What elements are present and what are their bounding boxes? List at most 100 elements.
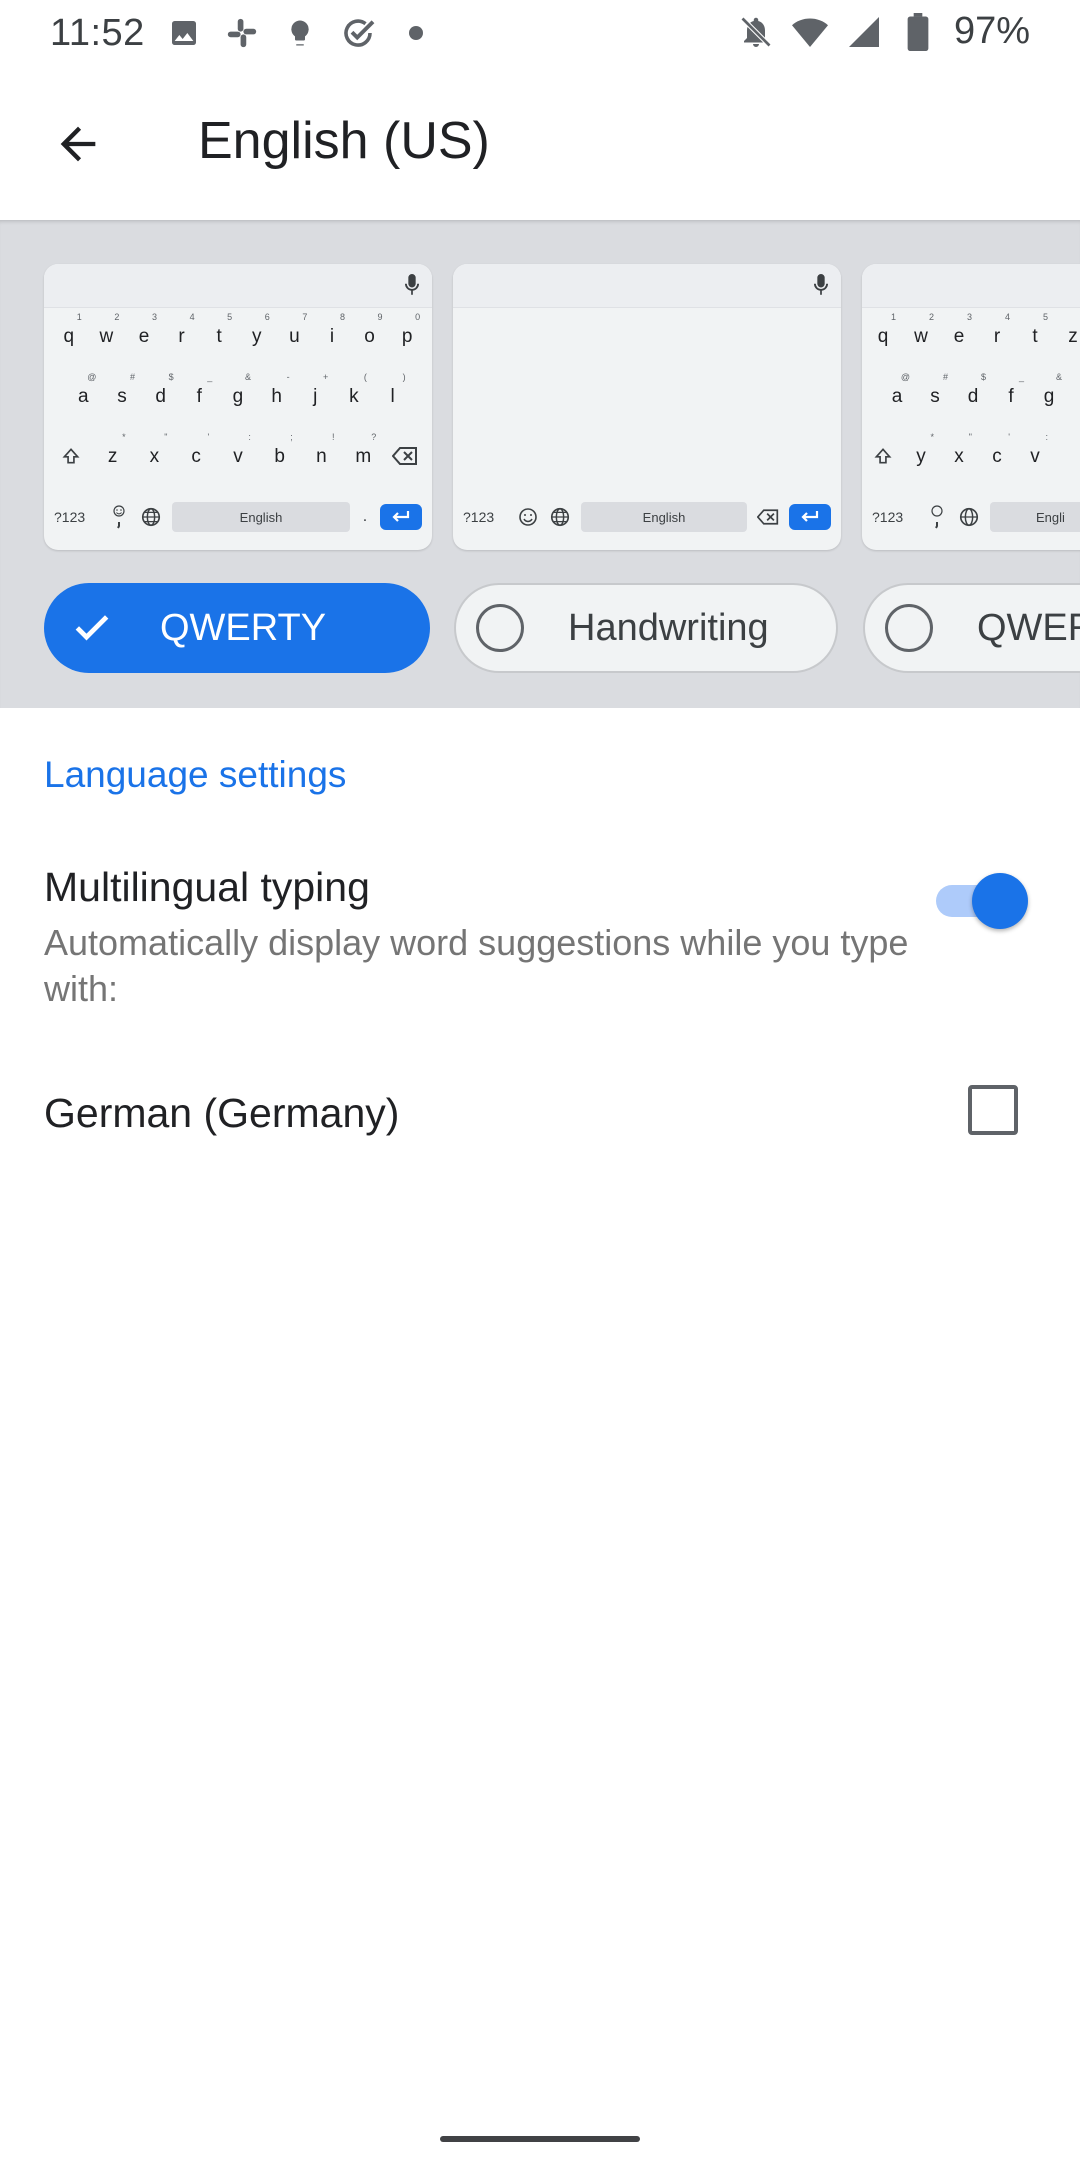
keyboard-bottom-row: ?123 English . [44, 500, 432, 534]
key: 4r [993, 312, 1010, 347]
mic-icon [404, 274, 420, 301]
setting-title: German (Germany) [44, 1090, 400, 1136]
key: @ a [78, 372, 97, 407]
key: :v [233, 432, 251, 467]
page-title: English (US) [198, 112, 490, 170]
key: 9o [364, 312, 383, 347]
key: ? m [355, 432, 377, 467]
radio-unchecked-icon [476, 604, 524, 652]
gesture-navigation-bar[interactable] [440, 2136, 640, 2142]
key: 5t [1032, 312, 1048, 347]
setting-german-germany[interactable]: German (Germany) [0, 1060, 1080, 1170]
keyboard-bottom-row: ?123 English [453, 500, 841, 534]
keyboard-preview-qwerty[interactable]: 1q 2w 3e 4r 5t 6y 7u 8i 9o 0p @ a # s $ d _… [44, 264, 432, 550]
layout-chip-label: QWERTY [160, 606, 327, 649]
key: + j [313, 372, 329, 407]
key: $ d [967, 372, 986, 407]
globe-icon [958, 506, 980, 528]
key: ' c [992, 432, 1010, 467]
emoji-comma-icon [926, 505, 948, 529]
key: $ d [155, 372, 174, 407]
setting-summary: Automatically display word suggestions w… [44, 922, 909, 1009]
key: (k [349, 372, 367, 407]
check-circle-icon [340, 14, 376, 52]
keyboard-row-3: * z " x ' c :v ; b ! n ? m [44, 432, 432, 472]
signal-icon [846, 13, 882, 51]
status-bar: 11:52 97% [0, 0, 1080, 68]
section-header-language-settings: Language settings [44, 754, 347, 795]
key: ; b [274, 432, 293, 467]
keyboard-row-1: 1q 2w 3e 4r 5t z [862, 312, 1080, 348]
shift-icon [56, 446, 86, 472]
layout-selector: 1q 2w 3e 4r 5t 6y 7u 8i 9o 0p @ a # s $ d _… [0, 220, 1080, 708]
keyboard-suggestion-strip [453, 264, 841, 308]
layout-chip-qwertz[interactable]: QWER [863, 583, 1080, 673]
german-checkbox[interactable] [968, 1085, 1018, 1135]
symbols-key: ?123 [872, 509, 904, 525]
enter-icon [380, 504, 422, 530]
arrow-back-icon [60, 126, 96, 162]
layout-chip-handwriting[interactable]: Handwriting [454, 583, 838, 673]
globe-icon [140, 506, 162, 528]
key: 2w [914, 312, 934, 347]
key: 5t [216, 312, 233, 347]
dot-icon [398, 14, 434, 52]
space-key: English [172, 502, 350, 532]
check-icon [70, 605, 114, 659]
keyboard-row-2: @ a # s $ d _ f & g -h + j (k ) l [44, 372, 432, 408]
backspace-icon [390, 446, 420, 472]
keyboard-row-1: 1q 2w 3e 4r 5t 6y 7u 8i 9o 0p [44, 312, 432, 348]
keyboard-preview-handwriting[interactable]: ?123 English [453, 264, 841, 550]
setting-multilingual-typing[interactable]: Multilingual typing Automatically displa… [0, 850, 1080, 1040]
radio-unchecked-icon [885, 604, 933, 652]
key: 3e [138, 312, 157, 347]
layout-chip-label: QWER [977, 606, 1080, 649]
bulb-icon [282, 14, 318, 52]
key: # s [117, 372, 135, 407]
app-bar: English (US) [0, 68, 1080, 220]
space-key: English [581, 502, 747, 532]
key: _ f [196, 372, 213, 407]
keyboard-preview-qwertz[interactable]: 1q 2w 3e 4r 5t z @ a # s $ d _ f & g * y " x ' c… [862, 264, 1080, 550]
slack-icon [224, 14, 260, 52]
globe-icon [549, 506, 571, 528]
key: 8i [329, 312, 345, 347]
status-notification-icons [166, 14, 434, 52]
keyboard-row-2: @ a # s $ d _ f & g [862, 372, 1080, 408]
wifi-icon [791, 13, 828, 51]
layout-chip-qwerty[interactable]: QWERTY [44, 583, 430, 673]
key: 1q [63, 312, 82, 347]
backspace-icon [757, 506, 779, 528]
notifications-off-icon [738, 13, 774, 51]
key: 0p [401, 312, 421, 347]
keyboard-suggestion-strip [862, 264, 1080, 308]
space-key: Engli [990, 502, 1080, 532]
keyboard-bottom-row: ?123 Engli [862, 500, 1080, 534]
status-system-icons: 97% [738, 10, 1030, 53]
key: _ f [1008, 372, 1024, 407]
image-icon [166, 14, 202, 52]
enter-icon [789, 504, 831, 530]
key: ! n [316, 432, 335, 467]
emoji-comma-icon [108, 505, 130, 529]
key: * z [107, 432, 126, 467]
multilingual-toggle[interactable] [936, 867, 1028, 929]
key: @ a [891, 372, 910, 407]
key: " x [149, 432, 168, 467]
key: & g [232, 372, 251, 407]
emoji-icon [517, 506, 539, 528]
shift-icon [868, 446, 898, 472]
key: 4r [178, 312, 195, 347]
symbols-key: ?123 [54, 509, 86, 525]
mic-icon [813, 274, 829, 301]
period-key: . [362, 508, 368, 525]
key: 6y [252, 312, 270, 347]
keyboard-row-3: * y " x ' c :v [862, 432, 1080, 472]
toggle-thumb [972, 873, 1028, 929]
back-button[interactable] [40, 106, 116, 182]
key: " x [954, 432, 972, 467]
key: # s [930, 372, 948, 407]
key: ) l [390, 372, 406, 407]
key: ' c [191, 432, 210, 467]
key: & g [1043, 372, 1062, 407]
